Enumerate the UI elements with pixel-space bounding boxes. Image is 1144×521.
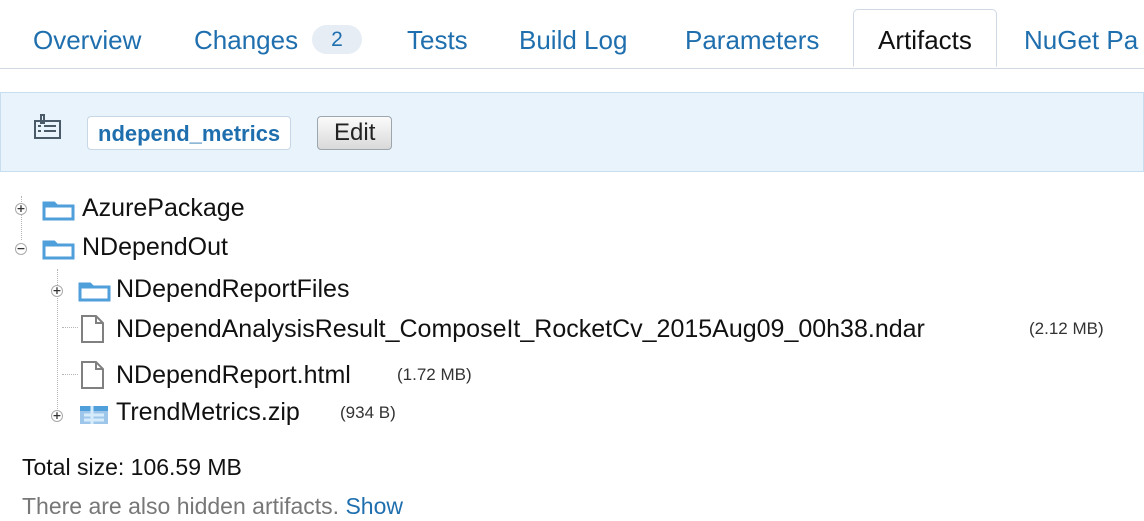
expand-icon[interactable]: +: [51, 410, 63, 422]
changes-count-badge: 2: [312, 25, 362, 54]
folder-icon: [78, 282, 111, 302]
folder-icon: [42, 201, 75, 221]
tree-item-label[interactable]: NDependOut: [82, 231, 228, 263]
expand-icon[interactable]: +: [51, 285, 63, 297]
total-artifact-size: Total size: 106.59 MB: [22, 454, 242, 480]
tree-guide-line: [62, 374, 78, 375]
tab-changes[interactable]: Changes: [194, 24, 298, 56]
zip-archive-icon: [80, 406, 108, 424]
document-icon: [81, 361, 104, 389]
artifact-toolbar: ndepend_metrics Edit: [0, 92, 1144, 172]
hidden-artifacts-text: There are also hidden artifacts.: [22, 493, 340, 519]
tab-build-log[interactable]: Build Log: [519, 24, 627, 56]
hidden-artifacts-note: There are also hidden artifacts. Show: [22, 491, 403, 521]
build-configuration-name[interactable]: ndepend_metrics: [87, 116, 292, 150]
tree-item-label[interactable]: AzurePackage: [82, 192, 245, 224]
collapse-icon[interactable]: −: [15, 243, 27, 255]
artifact-file-link[interactable]: NDependAnalysisResult_ComposeIt_RocketCv…: [116, 313, 925, 345]
tree-guide-line: [62, 327, 78, 328]
artifact-file-link[interactable]: TrendMetrics.zip: [116, 396, 300, 428]
show-hidden-artifacts-link[interactable]: Show: [345, 493, 403, 519]
tab-tests[interactable]: Tests: [407, 24, 468, 56]
build-configuration-icon: [34, 114, 61, 139]
edit-button[interactable]: Edit: [317, 116, 393, 150]
tree-item-label[interactable]: NDependReportFiles: [116, 273, 349, 305]
artifact-tree: + AzurePackage − NDependOut + NDependRep…: [0, 182, 1144, 426]
file-size: (2.12 MB): [1029, 319, 1104, 338]
tab-overview[interactable]: Overview: [33, 24, 141, 56]
artifact-tabs: Overview Changes 2 Tests Build Log Param…: [0, 0, 1144, 69]
tab-parameters[interactable]: Parameters: [685, 24, 819, 56]
tab-nuget-packages[interactable]: NuGet Pa: [1024, 24, 1138, 56]
file-size: (934 B): [340, 403, 396, 422]
tab-artifacts[interactable]: Artifacts: [853, 9, 997, 67]
artifact-file-link[interactable]: NDependReport.html: [116, 359, 351, 391]
expand-icon[interactable]: +: [15, 203, 27, 215]
folder-icon: [42, 240, 75, 260]
file-size: (1.72 MB): [397, 365, 472, 384]
document-icon: [81, 315, 104, 343]
